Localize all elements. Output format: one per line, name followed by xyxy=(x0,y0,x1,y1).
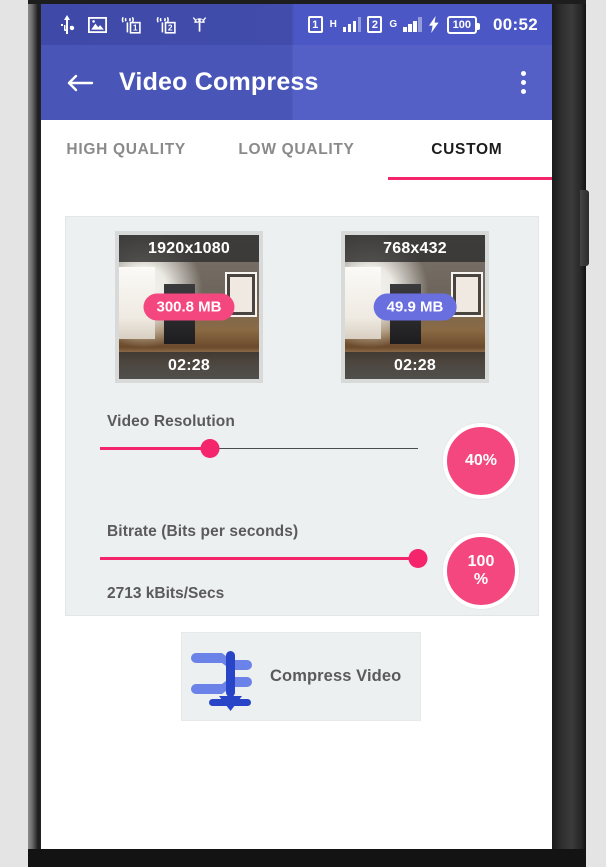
more-vert-icon[interactable] xyxy=(521,71,526,94)
status-bar-clock: 00:52 xyxy=(493,14,538,34)
signal-sim2-icon: 2 xyxy=(155,15,177,34)
sim2-badge: 2 xyxy=(367,16,383,33)
phone-bezel-bottom xyxy=(28,849,586,867)
compress-video-button[interactable]: Compress Video xyxy=(181,632,421,721)
app-bar: Video Compress xyxy=(41,45,552,120)
tab-active-indicator xyxy=(388,177,552,180)
frame-background-right xyxy=(586,0,606,867)
tab-bar: HIGH QUALITY LOW QUALITY CUSTOM xyxy=(41,120,552,180)
status-bar: 1 2 1 H 2 G 100 00:52 xyxy=(41,4,552,45)
video-resolution-setting: Video Resolution 40% xyxy=(66,413,538,509)
bitrate-thumb[interactable] xyxy=(408,549,428,568)
sim2-network-label: G xyxy=(389,19,398,30)
bitrate-value-unit: % xyxy=(473,571,489,588)
battery-icon: 100 xyxy=(446,15,481,34)
custom-settings-card: 1920x1080 300.8 MB 02:28 768x432 49.9 MB… xyxy=(65,216,539,616)
status-bar-right-icons: 1 H 2 G 100 00:52 xyxy=(307,14,552,35)
bitrate-slider[interactable] xyxy=(100,549,428,568)
sim2-signal-bars-icon xyxy=(403,17,422,32)
sim1-network-label: H xyxy=(329,19,337,30)
svg-text:2: 2 xyxy=(168,23,173,33)
compress-arrows-icon xyxy=(186,641,270,713)
output-resolution-label: 768x432 xyxy=(345,235,485,262)
video-resolution-value-badge: 40% xyxy=(443,423,519,499)
sim1-signal-bars-icon xyxy=(342,17,362,32)
frame-background-left xyxy=(0,0,28,867)
battery-level: 100 xyxy=(452,18,472,31)
phone-screen: 1 2 1 H 2 G 100 00:52 Video Compress HIG… xyxy=(41,4,552,849)
compress-video-button-label: Compress Video xyxy=(270,667,402,685)
tab-custom[interactable]: CUSTOM xyxy=(382,120,552,180)
bitrate-value: 100 xyxy=(467,552,495,570)
video-resolution-track-rest xyxy=(210,448,418,449)
svg-text:1: 1 xyxy=(133,23,138,33)
android-icon xyxy=(190,15,209,34)
status-bar-left-icons: 1 2 xyxy=(41,14,209,35)
phone-bezel-right xyxy=(552,0,586,867)
bitrate-value-text: 2713 kBits/Secs xyxy=(107,585,225,602)
tab-low-quality[interactable]: LOW QUALITY xyxy=(211,120,381,180)
output-size-badge: 49.9 MB xyxy=(373,293,457,321)
usb-icon xyxy=(59,14,75,35)
signal-sim1-icon: 1 xyxy=(120,15,142,34)
power-button[interactable] xyxy=(580,190,589,266)
video-resolution-track-filled xyxy=(100,447,210,450)
video-resolution-value: 40% xyxy=(464,451,498,469)
sim1-badge: 1 xyxy=(307,16,323,33)
tab-high-quality[interactable]: HIGH QUALITY xyxy=(41,120,211,180)
source-size-badge: 300.8 MB xyxy=(143,293,235,321)
bitrate-track-filled xyxy=(100,557,418,560)
output-duration-label: 02:28 xyxy=(345,352,485,379)
bitrate-setting: Bitrate (Bits per seconds) 2713 kBits/Se… xyxy=(66,523,538,619)
video-resolution-thumb[interactable] xyxy=(200,439,220,458)
source-resolution-label: 1920x1080 xyxy=(119,235,259,262)
thumbnail-row: 1920x1080 300.8 MB 02:28 768x432 49.9 MB… xyxy=(66,217,538,383)
image-icon xyxy=(88,16,107,33)
bitrate-value-badge: 100 % xyxy=(443,533,519,609)
bolt-icon xyxy=(428,16,440,33)
video-resolution-slider[interactable] xyxy=(100,439,418,458)
video-resolution-label: Video Resolution xyxy=(107,413,235,430)
bitrate-label: Bitrate (Bits per seconds) xyxy=(107,523,299,540)
output-video-thumbnail[interactable]: 768x432 49.9 MB 02:28 xyxy=(341,231,489,383)
arrow-back-icon[interactable] xyxy=(63,66,97,100)
phone-frame: 1 2 1 H 2 G 100 00:52 Video Compress HIG… xyxy=(0,0,606,867)
page-title: Video Compress xyxy=(119,68,319,96)
source-video-thumbnail[interactable]: 1920x1080 300.8 MB 02:28 xyxy=(115,231,263,383)
source-duration-label: 02:28 xyxy=(119,352,259,379)
